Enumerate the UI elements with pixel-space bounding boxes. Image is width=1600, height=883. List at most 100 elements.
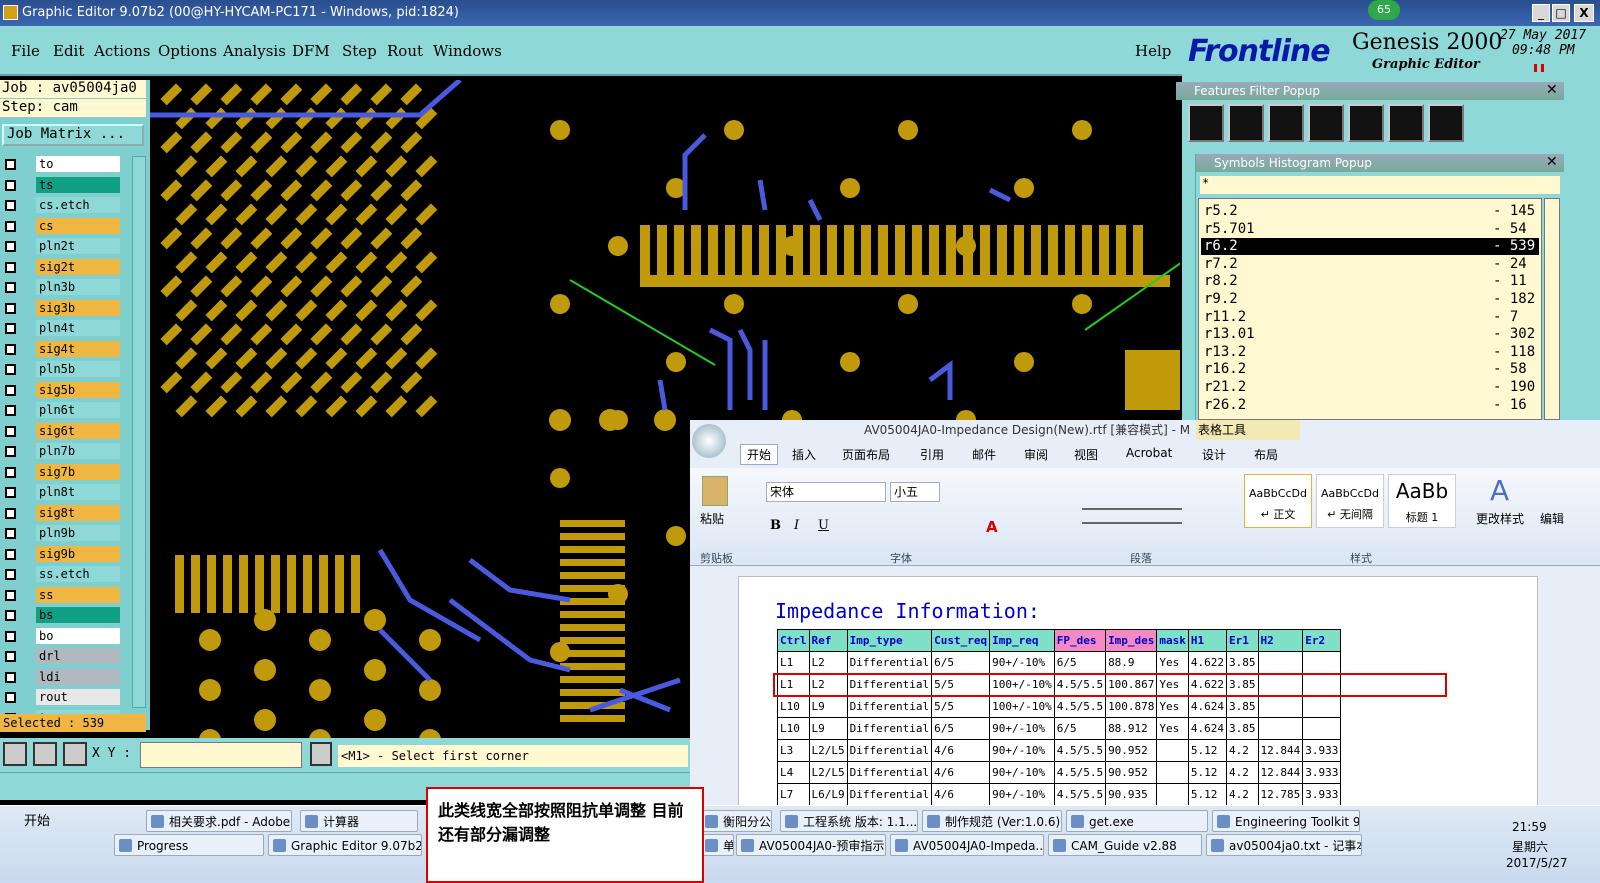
table-cell[interactable]: L3 <box>777 739 810 762</box>
table-cell[interactable]: 12.785 <box>1257 783 1304 805</box>
table-cell[interactable] <box>1257 695 1304 718</box>
change-styles-icon[interactable]: A <box>1490 474 1509 507</box>
pad-icon[interactable] <box>1228 104 1264 142</box>
ribbon-tab[interactable]: 设计 <box>1202 446 1226 463</box>
ribbon-tab[interactable]: 邮件 <box>972 446 996 463</box>
layer-name[interactable]: ts <box>36 176 120 193</box>
layer-name[interactable]: bs <box>36 607 120 623</box>
layer-row[interactable]: sig8t <box>2 504 120 521</box>
style-card[interactable]: AaBbCcDd ↵ 无间隔 <box>1316 474 1384 528</box>
layer-checkbox[interactable] <box>5 159 16 170</box>
table-cell[interactable]: L2/L5 <box>808 739 848 762</box>
table-cell[interactable]: 4.5/5.5 <box>1053 695 1107 718</box>
layer-name[interactable]: sig2t <box>36 258 120 275</box>
layer-row[interactable]: ss <box>2 586 120 603</box>
layer-name[interactable]: ldi <box>36 668 120 685</box>
layer-checkbox[interactable] <box>5 528 16 539</box>
layer-checkbox[interactable] <box>5 241 16 252</box>
layer-name[interactable]: pln6t <box>36 402 120 418</box>
taskbar-button[interactable]: 衡阳分公司... <box>700 810 772 832</box>
paste-icon[interactable] <box>702 476 728 506</box>
symbol-row[interactable]: r11.2 - 7 <box>1201 309 1539 326</box>
layer-name[interactable]: pln9b <box>36 525 120 541</box>
layer-row[interactable]: ldi <box>2 668 120 685</box>
table-cell[interactable]: 3.933 <box>1302 739 1342 762</box>
ribbon-tab[interactable]: 审阅 <box>1024 446 1048 463</box>
layer-row[interactable]: sig2t <box>2 258 120 275</box>
table-cell[interactable]: Differential <box>846 783 933 805</box>
zoom-icon[interactable] <box>3 742 27 766</box>
plus-icon[interactable] <box>1388 104 1424 142</box>
ribbon-tab[interactable]: Acrobat <box>1126 446 1172 460</box>
symbol-row[interactable]: r8.2 - 11 <box>1201 273 1539 290</box>
table-cell[interactable]: 5.12 <box>1187 783 1228 805</box>
taskbar-button[interactable]: CAM_Guide v2.88 <box>1048 834 1202 856</box>
symbol-row[interactable]: r26.2 - 16 <box>1201 397 1539 414</box>
text-icon[interactable] <box>1348 104 1384 142</box>
table-cell[interactable]: 90.952 <box>1105 761 1158 784</box>
table-cell[interactable]: 4.2 <box>1226 783 1259 805</box>
menu-file[interactable]: File <box>11 42 40 60</box>
line-icon[interactable] <box>1188 104 1224 142</box>
layer-name[interactable]: cs.etch <box>36 197 120 213</box>
layer-row[interactable]: pln7b <box>2 443 120 459</box>
menu-options[interactable]: Options <box>158 42 217 60</box>
layer-checkbox[interactable] <box>5 405 16 416</box>
layer-checkbox[interactable] <box>5 507 16 519</box>
measure-icon[interactable] <box>33 742 57 766</box>
layer-name[interactable]: sig6t <box>36 422 120 439</box>
style-card[interactable]: AaBb 标题 1 <box>1388 474 1456 528</box>
ribbon-tab[interactable]: 开始 <box>740 444 779 465</box>
table-cell[interactable]: L10 <box>777 695 810 718</box>
table-cell[interactable] <box>1257 717 1304 740</box>
table-cell[interactable]: 3.85 <box>1226 651 1259 674</box>
table-cell[interactable]: 4/6 <box>931 739 991 762</box>
symbol-row[interactable]: r6.2 - 539 <box>1201 238 1539 256</box>
grid-icon[interactable] <box>63 742 87 766</box>
table-cell[interactable]: 4.622 <box>1187 651 1228 674</box>
layer-name[interactable]: ss.etch <box>36 566 120 582</box>
close-button[interactable]: X <box>1574 4 1594 22</box>
taskbar-button[interactable]: 计算器 <box>300 810 418 832</box>
layer-checkbox[interactable] <box>5 487 16 498</box>
table-cell[interactable]: 90.952 <box>1105 739 1158 762</box>
table-cell[interactable] <box>1302 651 1342 674</box>
layer-row[interactable]: to <box>2 156 120 172</box>
table-cell[interactable]: 6/5 <box>1053 651 1107 674</box>
ribbon-tab[interactable]: 布局 <box>1254 446 1278 463</box>
office-button[interactable] <box>692 424 726 458</box>
table-cell[interactable]: L2/L5 <box>808 761 848 784</box>
layer-checkbox[interactable] <box>5 179 16 191</box>
symbols-filter-input[interactable]: * <box>1200 176 1560 194</box>
layer-row[interactable]: cs <box>2 217 120 234</box>
table-cell[interactable]: 3.933 <box>1302 761 1342 784</box>
layer-name[interactable]: pln8t <box>36 484 120 500</box>
layer-checkbox[interactable] <box>5 261 16 273</box>
table-cell[interactable]: 4.2 <box>1226 739 1259 762</box>
symbol-row[interactable]: r7.2 - 24 <box>1201 256 1539 273</box>
table-cell[interactable] <box>1302 695 1342 718</box>
menu-edit[interactable]: Edit <box>53 42 84 60</box>
layer-name[interactable]: sig5b <box>36 381 120 398</box>
table-cell[interactable]: 6/5 <box>931 651 991 674</box>
taskbar-button[interactable]: Progress <box>114 834 264 856</box>
font-color-icon[interactable]: A <box>986 518 998 536</box>
table-cell[interactable]: L6/L9 <box>808 783 848 805</box>
symbol-row[interactable]: r9.2 - 182 <box>1201 291 1539 308</box>
table-cell[interactable]: 4.2 <box>1226 761 1259 784</box>
layer-name[interactable]: sig3b <box>36 299 120 316</box>
layer-scrollbar[interactable] <box>132 156 146 708</box>
font-select[interactable]: 宋体 <box>766 482 886 502</box>
table-cell[interactable]: L4 <box>777 761 810 784</box>
ribbon-tab[interactable]: 页面布局 <box>842 446 890 463</box>
table-cell[interactable]: 4/6 <box>931 761 991 784</box>
layer-row[interactable]: pln6t <box>2 402 120 418</box>
layer-checkbox[interactable] <box>5 220 16 232</box>
menu-analysis[interactable]: Analysis <box>223 42 286 60</box>
table-cell[interactable]: 12.844 <box>1257 761 1304 784</box>
layer-row[interactable]: ss.etch <box>2 566 120 582</box>
table-cell[interactable]: 4.624 <box>1187 695 1228 718</box>
layer-checkbox[interactable] <box>5 466 16 478</box>
layer-checkbox[interactable] <box>5 569 16 580</box>
layer-row[interactable]: rout <box>2 689 120 705</box>
